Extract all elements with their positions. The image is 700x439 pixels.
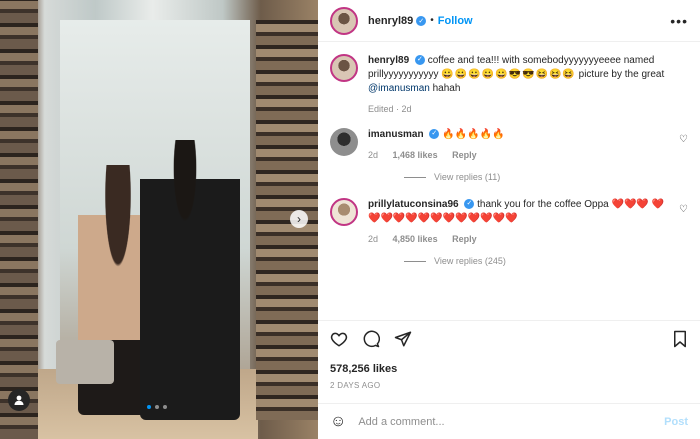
- comment-body: prillylatuconsina96 ✓ thank you for the …: [368, 198, 671, 246]
- comment-input[interactable]: [358, 415, 665, 428]
- caption-avatar[interactable]: [330, 54, 358, 82]
- post-photo[interactable]: ›: [0, 0, 318, 439]
- add-comment-bar: ☺ Post: [318, 403, 700, 439]
- header-separator: •: [430, 15, 434, 26]
- view-replies-label: View replies (245): [434, 256, 506, 266]
- caption-mention-link[interactable]: @imanusman: [368, 83, 430, 94]
- comment-item: imanusman ✓ 🔥🔥🔥🔥🔥 2d 1,468 likes Reply ♡: [330, 128, 688, 162]
- tagged-users-icon[interactable]: [8, 389, 30, 411]
- comment-like-heart-icon[interactable]: ♡: [679, 134, 688, 145]
- verified-badge-icon: ✓: [429, 129, 440, 140]
- comment-bubble-icon[interactable]: [362, 330, 380, 353]
- comment-time[interactable]: 2d: [368, 234, 378, 244]
- photo-handbag: [56, 340, 114, 384]
- comment-reply-button[interactable]: Reply: [452, 150, 477, 160]
- action-icons: [330, 330, 688, 353]
- replies-line: [404, 260, 426, 262]
- follow-button[interactable]: Follow: [438, 15, 473, 27]
- comment-avatar[interactable]: [330, 128, 358, 156]
- caption-text-after: picture by the great: [578, 69, 665, 80]
- view-replies-label: View replies (11): [434, 172, 501, 182]
- photo-brick-wall-right: [256, 20, 318, 420]
- carousel-next-button[interactable]: ›: [290, 210, 308, 228]
- more-options-icon[interactable]: •••: [670, 13, 688, 29]
- comment-username[interactable]: prillylatuconsina96: [368, 199, 459, 210]
- comment-username[interactable]: imanusman: [368, 129, 424, 140]
- post-header: henryl89 ✓ • Follow •••: [318, 0, 700, 42]
- carousel-dots: [147, 405, 167, 409]
- comment-text: 🔥🔥🔥🔥🔥: [442, 129, 505, 140]
- share-paper-plane-icon[interactable]: [394, 330, 412, 353]
- author-username[interactable]: henryl89: [368, 15, 413, 27]
- verified-badge-icon: ✓: [414, 55, 425, 66]
- carousel-dot: [163, 405, 167, 409]
- comments-list[interactable]: henryl89 ✓ coffee and tea!!! with somebo…: [318, 42, 700, 320]
- view-replies-button[interactable]: View replies (11): [404, 172, 688, 182]
- comment-meta: 2d 4,850 likes Reply: [368, 232, 671, 246]
- photo-brick-wall-left: [0, 0, 38, 439]
- save-bookmark-icon[interactable]: [672, 330, 688, 353]
- photo-person-man: [140, 140, 240, 420]
- likes-count[interactable]: 578,256 likes: [330, 363, 688, 375]
- caption-body: henryl89 ✓ coffee and tea!!! with somebo…: [368, 54, 688, 116]
- post-date[interactable]: 2 DAYS AGO: [330, 381, 688, 390]
- like-heart-icon[interactable]: [330, 330, 348, 353]
- comment-meta: 2d 1,468 likes Reply: [368, 148, 671, 162]
- replies-line: [404, 176, 426, 178]
- caption-trailing: hahah: [432, 83, 461, 94]
- caption: henryl89 ✓ coffee and tea!!! with somebo…: [330, 54, 688, 116]
- verified-badge-icon: ✓: [416, 15, 427, 26]
- emoji-picker-icon[interactable]: ☺: [330, 413, 346, 431]
- author-avatar[interactable]: [330, 6, 358, 35]
- post-comment-button[interactable]: Post: [664, 416, 688, 428]
- comment-time[interactable]: 2d: [368, 150, 378, 160]
- caption-username[interactable]: henryl89: [368, 55, 409, 66]
- post-side-panel: henryl89 ✓ • Follow ••• henryl89 ✓ coffe…: [318, 0, 700, 439]
- comment-like-heart-icon[interactable]: ♡: [679, 204, 688, 215]
- post-actions: 578,256 likes 2 DAYS AGO: [318, 320, 700, 390]
- comment-avatar[interactable]: [330, 198, 358, 226]
- comment-item: prillylatuconsina96 ✓ thank you for the …: [330, 198, 688, 246]
- view-replies-button[interactable]: View replies (245): [404, 256, 688, 266]
- comment-body: imanusman ✓ 🔥🔥🔥🔥🔥 2d 1,468 likes Reply: [368, 128, 671, 162]
- verified-badge-icon: ✓: [464, 199, 475, 210]
- carousel-dot: [155, 405, 159, 409]
- carousel-dot: [147, 405, 151, 409]
- comment-reply-button[interactable]: Reply: [452, 234, 477, 244]
- caption-meta: Edited · 2d: [368, 104, 412, 114]
- comment-likes[interactable]: 4,850 likes: [393, 234, 438, 244]
- caption-emojis: 😀😀😀😀😀😎😎😆😆😆: [441, 69, 576, 80]
- comment-likes[interactable]: 1,468 likes: [393, 150, 438, 160]
